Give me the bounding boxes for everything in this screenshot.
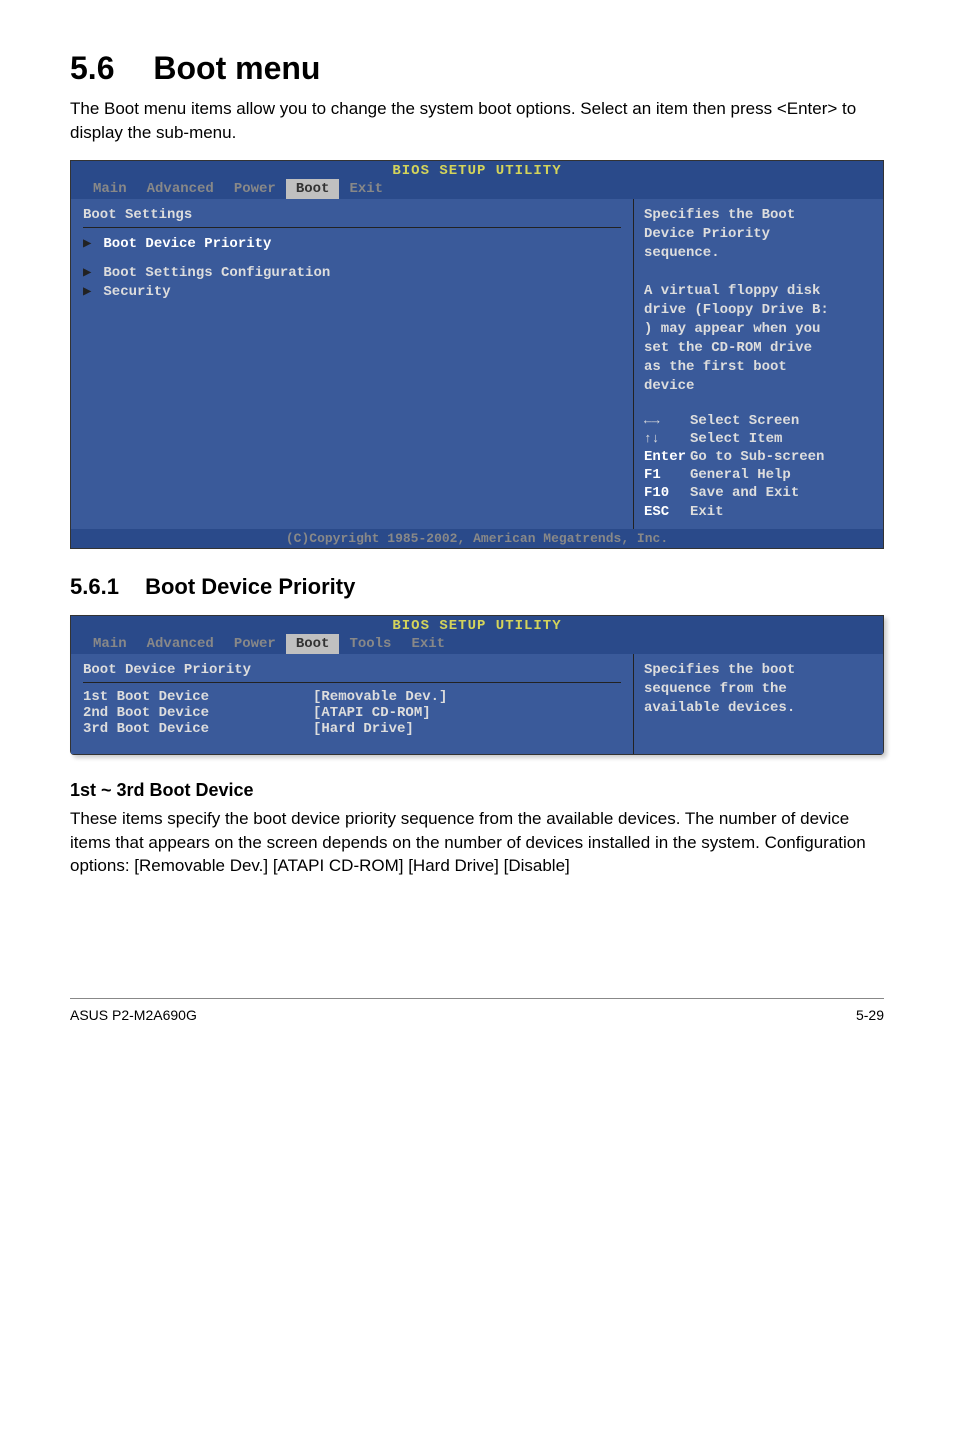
- help-line: device: [644, 378, 873, 394]
- item-value: [Removable Dev.]: [313, 689, 621, 705]
- boot-device-3-row[interactable]: 3rd Boot Device [Hard Drive]: [83, 721, 621, 737]
- item-label: 3rd Boot Device: [83, 721, 313, 737]
- help-line: Specifies the Boot: [644, 207, 873, 223]
- key-desc: Save and Exit: [690, 485, 799, 501]
- bios-screen-boot-settings: BIOS SETUP UTILITY Main Advanced Power B…: [70, 160, 884, 549]
- key-row: F1General Help: [644, 466, 873, 484]
- device-description: These items specify the boot device prio…: [70, 807, 884, 878]
- help-blank: [644, 264, 873, 280]
- arrow-lr-icon: ←→: [644, 413, 690, 430]
- bios-help-panel: Specifies the Boot Device Priority seque…: [633, 199, 883, 529]
- device-heading: 1st ~ 3rd Boot Device: [70, 780, 884, 801]
- tab-exit[interactable]: Exit: [339, 179, 393, 199]
- tab-main[interactable]: Main: [83, 179, 137, 199]
- tab-main[interactable]: Main: [83, 634, 137, 654]
- boot-settings-heading: Boot Settings: [83, 207, 621, 223]
- bios-help-panel: Specifies the boot sequence from the ava…: [633, 654, 883, 754]
- tab-tools[interactable]: Tools: [339, 634, 401, 654]
- footer-left: ASUS P2-M2A690G: [70, 1007, 197, 1023]
- submenu-arrow-icon: ▶: [83, 264, 95, 281]
- intro-paragraph: The Boot menu items allow you to change …: [70, 97, 884, 145]
- item-label: Security: [103, 284, 170, 300]
- tab-boot[interactable]: Boot: [286, 179, 340, 199]
- key-row: EnterGo to Sub-screen: [644, 448, 873, 466]
- item-value: [ATAPI CD-ROM]: [313, 705, 621, 721]
- page-footer: ASUS P2-M2A690G 5-29: [70, 998, 884, 1023]
- bios-title: BIOS SETUP UTILITY: [71, 161, 883, 179]
- security-item[interactable]: ▶ Security: [83, 282, 621, 301]
- item-label: 2nd Boot Device: [83, 705, 313, 721]
- tab-boot[interactable]: Boot: [286, 634, 340, 654]
- bios-screen-boot-priority: BIOS SETUP UTILITY Main Advanced Power B…: [70, 615, 884, 755]
- key-desc: General Help: [690, 467, 791, 483]
- footer-right: 5-29: [856, 1007, 884, 1023]
- help-line: sequence.: [644, 245, 873, 261]
- item-label: Boot Settings Configuration: [103, 265, 330, 281]
- tab-power[interactable]: Power: [224, 634, 286, 654]
- bios-main-panel: Boot Settings ▶ Boot Device Priority ▶ B…: [71, 199, 633, 529]
- bios-copyright: (C)Copyright 1985-2002, American Megatre…: [71, 529, 883, 548]
- key-row: ←→Select Screen: [644, 412, 873, 430]
- boot-device-2-row[interactable]: 2nd Boot Device [ATAPI CD-ROM]: [83, 705, 621, 721]
- help-line: Specifies the boot: [644, 662, 873, 678]
- section-title: 5.6 Boot menu: [70, 50, 884, 87]
- item-label: Boot Device Priority: [103, 236, 271, 252]
- boot-settings-config-item[interactable]: ▶ Boot Settings Configuration: [83, 263, 621, 282]
- key-row: ESCExit: [644, 503, 873, 521]
- submenu-arrow-icon: ▶: [83, 235, 95, 252]
- submenu-arrow-icon: ▶: [83, 283, 95, 300]
- subsection-name: Boot Device Priority: [145, 574, 355, 599]
- tab-advanced[interactable]: Advanced: [137, 634, 224, 654]
- help-line: sequence from the: [644, 681, 873, 697]
- bios-tab-bar: Main Advanced Power Boot Exit: [71, 179, 883, 199]
- bios-title: BIOS SETUP UTILITY: [71, 616, 883, 634]
- key-desc: Select Item: [690, 431, 782, 447]
- key-desc: Select Screen: [690, 413, 799, 429]
- key-row: F10Save and Exit: [644, 484, 873, 502]
- help-line: ) may appear when you: [644, 321, 873, 337]
- bios-tab-bar: Main Advanced Power Boot Tools Exit: [71, 634, 883, 654]
- key-row: ↑↓Select Item: [644, 430, 873, 448]
- help-keys-block: ←→Select Screen ↑↓Select Item EnterGo to…: [644, 412, 873, 521]
- item-value: [Hard Drive]: [313, 721, 621, 737]
- boot-priority-heading: Boot Device Priority: [83, 662, 621, 678]
- key-desc: Go to Sub-screen: [690, 449, 824, 465]
- section-name: Boot menu: [153, 50, 320, 86]
- arrow-ud-icon: ↑↓: [644, 431, 690, 448]
- help-line: as the first boot: [644, 359, 873, 375]
- help-line: drive (Floopy Drive B:: [644, 302, 873, 318]
- key-label: ESC: [644, 503, 690, 521]
- item-label: 1st Boot Device: [83, 689, 313, 705]
- bios-main-panel: Boot Device Priority 1st Boot Device [Re…: [71, 654, 633, 754]
- boot-device-1-row[interactable]: 1st Boot Device [Removable Dev.]: [83, 689, 621, 705]
- help-line: set the CD-ROM drive: [644, 340, 873, 356]
- key-desc: Exit: [690, 504, 724, 520]
- help-line: available devices.: [644, 700, 873, 716]
- key-label: F10: [644, 484, 690, 502]
- subsection-title: 5.6.1 Boot Device Priority: [70, 574, 884, 600]
- tab-advanced[interactable]: Advanced: [137, 179, 224, 199]
- help-line: A virtual floppy disk: [644, 283, 873, 299]
- tab-power[interactable]: Power: [224, 179, 286, 199]
- boot-device-priority-item[interactable]: ▶ Boot Device Priority: [83, 234, 621, 253]
- key-label: Enter: [644, 448, 690, 466]
- tab-exit[interactable]: Exit: [401, 634, 455, 654]
- help-line: Device Priority: [644, 226, 873, 242]
- key-label: F1: [644, 466, 690, 484]
- section-number: 5.6: [70, 50, 114, 86]
- subsection-number: 5.6.1: [70, 574, 119, 599]
